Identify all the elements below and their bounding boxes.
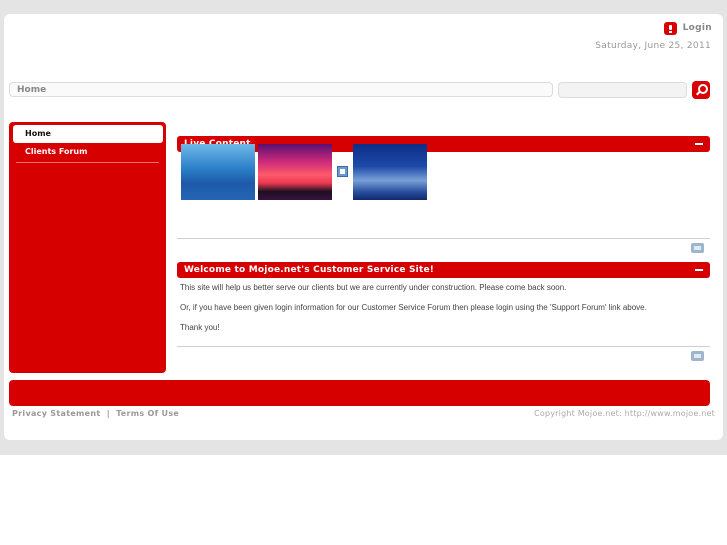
sidebar: Home Clients Forum: [9, 122, 166, 373]
footer-separator: |: [106, 409, 110, 418]
privacy-link[interactable]: Privacy Statement: [12, 409, 101, 418]
current-date: Saturday, June 25, 2011: [595, 41, 711, 51]
top-nav-home[interactable]: Home: [9, 82, 553, 97]
login-label: Login: [682, 23, 712, 33]
search-input[interactable]: [558, 82, 687, 98]
sidebar-item-clients-forum[interactable]: Clients Forum: [25, 147, 87, 156]
welcome-paragraph: This site will help us better serve our …: [180, 283, 567, 292]
collapse-icon[interactable]: [695, 143, 703, 145]
image-icon[interactable]: [337, 166, 348, 177]
welcome-title: Welcome to Mojoe.net's Customer Service …: [184, 265, 435, 275]
collapse-icon[interactable]: [695, 269, 703, 271]
gallery-image-mountains[interactable]: [181, 144, 255, 200]
footer-links: Privacy Statement | Terms Of Use: [12, 409, 179, 418]
copyright: Copyright Mojoe.net: http://www.mojoe.ne…: [534, 409, 715, 418]
gallery-image-sunset[interactable]: [258, 144, 332, 200]
divider: [177, 346, 710, 347]
search-button[interactable]: [692, 81, 710, 99]
welcome-paragraph: Thank you!: [180, 323, 220, 332]
sidebar-divider: [16, 162, 159, 163]
gallery-image-frost[interactable]: [353, 144, 427, 200]
live-content-header: Live Content: [177, 136, 710, 152]
edit-icon[interactable]: [691, 243, 704, 253]
divider: [177, 238, 710, 239]
edit-icon[interactable]: [691, 351, 704, 361]
login-icon: [663, 21, 677, 35]
login-link[interactable]: Login: [663, 20, 712, 36]
sidebar-item-home[interactable]: Home: [13, 125, 163, 143]
footer-bar: [9, 380, 710, 406]
welcome-header: Welcome to Mojoe.net's Customer Service …: [177, 262, 710, 278]
terms-link[interactable]: Terms Of Use: [116, 409, 179, 418]
welcome-paragraph: Or, if you have been given login informa…: [180, 303, 647, 312]
